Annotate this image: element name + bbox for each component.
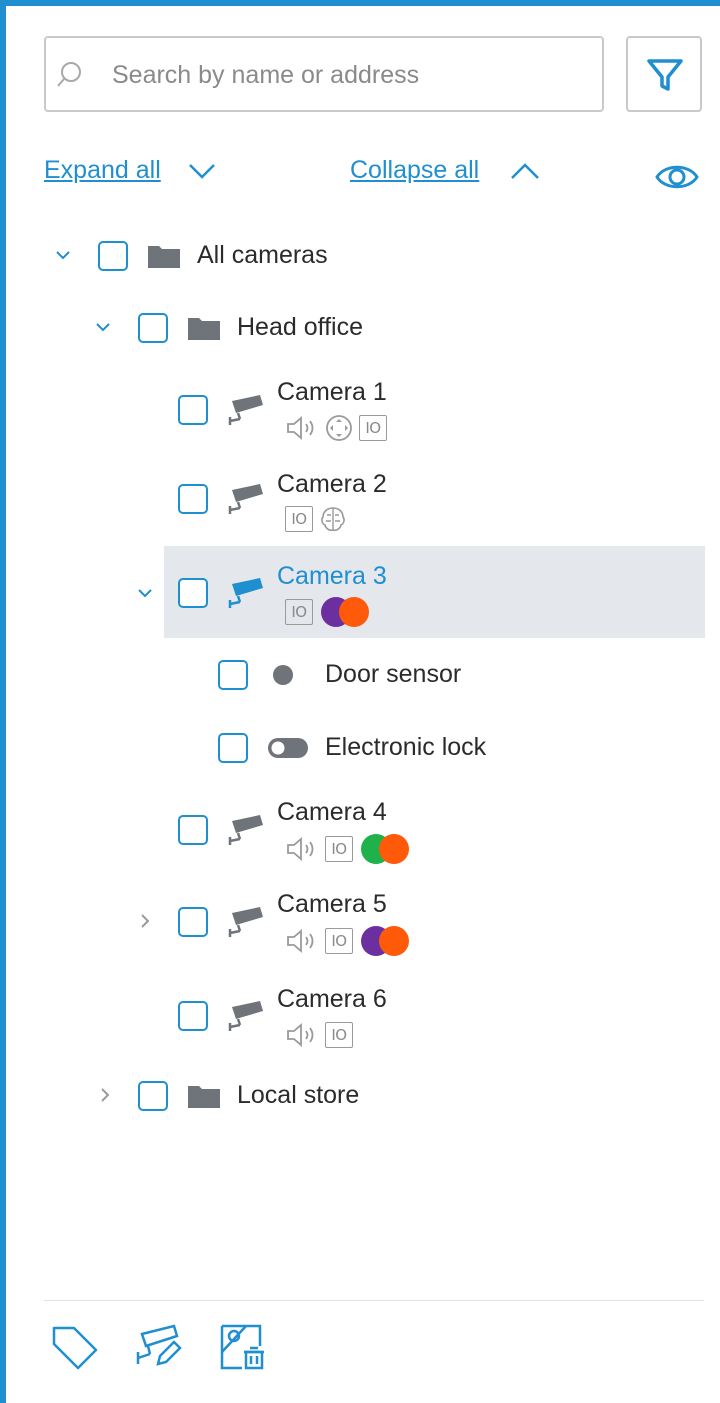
camera-badges: IO [285, 1021, 353, 1049]
checkbox-camera-3[interactable] [178, 578, 208, 608]
checkbox-local-store[interactable] [138, 1081, 168, 1111]
sensor-dot-icon [273, 665, 293, 685]
checkbox-camera-1[interactable] [178, 395, 208, 425]
folder-icon [188, 318, 220, 340]
search-input[interactable] [110, 52, 594, 98]
speaker-icon [287, 929, 314, 953]
chevron-right-icon[interactable] [136, 912, 154, 930]
io-badge: IO [325, 1022, 353, 1048]
tree-label: Electronic lock [325, 733, 487, 761]
eye-icon[interactable] [655, 160, 699, 194]
speaker-icon [287, 1023, 314, 1047]
tree-label: Camera 2 [277, 470, 387, 498]
camera-icon [228, 907, 263, 937]
chevron-up-icon[interactable] [510, 162, 540, 180]
toggle-icon [268, 738, 308, 758]
camera-icon [228, 395, 263, 425]
status-circles [319, 597, 373, 627]
tree-label: Camera 3 [277, 562, 387, 590]
search-icon [57, 62, 81, 87]
panel-frame [0, 0, 720, 1403]
checkbox-camera-2[interactable] [178, 484, 208, 514]
speaker-icon [287, 837, 314, 861]
ptz-icon [326, 415, 352, 441]
tree-label: Camera 6 [277, 985, 387, 1013]
search-box[interactable] [44, 36, 604, 112]
io-badge: IO [285, 599, 313, 625]
bottom-divider [44, 1300, 704, 1301]
io-badge: IO [285, 506, 313, 532]
camera-badges: IO [285, 597, 373, 627]
io-badge: IO [359, 415, 387, 441]
chevron-down-icon[interactable] [94, 318, 112, 336]
checkbox-electronic-lock[interactable] [218, 733, 248, 763]
status-circles [359, 926, 413, 956]
status-dot-orange [379, 834, 409, 864]
status-dot-orange [339, 597, 369, 627]
filter-icon [647, 59, 683, 91]
checkbox-door-sensor[interactable] [218, 660, 248, 690]
folder-icon [148, 246, 180, 268]
tree-label: Camera 1 [277, 378, 387, 406]
camera-badges: IO [285, 926, 413, 956]
brain-icon [321, 507, 345, 532]
checkbox-camera-4[interactable] [178, 815, 208, 845]
camera-badges: IO [285, 505, 347, 533]
io-badge: IO [325, 836, 353, 862]
map-delete-icon[interactable] [218, 1322, 268, 1372]
tree-label: All cameras [197, 241, 328, 269]
tree-label: Head office [237, 313, 364, 341]
camera-edit-icon[interactable] [134, 1322, 184, 1372]
chevron-right-icon[interactable] [96, 1086, 114, 1104]
filter-button[interactable] [626, 36, 702, 112]
tree-label: Camera 5 [277, 890, 387, 918]
folder-icon [188, 1086, 220, 1108]
expand-all-link[interactable]: Expand all [44, 156, 161, 185]
chevron-down-icon[interactable] [54, 246, 72, 264]
chevron-down-icon[interactable] [188, 162, 216, 180]
io-badge: IO [325, 928, 353, 954]
camera-icon [228, 1001, 263, 1031]
tag-icon[interactable] [50, 1322, 100, 1372]
checkbox-head-office[interactable] [138, 313, 168, 343]
camera-icon [228, 815, 263, 845]
chevron-down-icon[interactable] [136, 584, 154, 602]
camera-badges: IO [285, 834, 413, 864]
checkbox-camera-6[interactable] [178, 1001, 208, 1031]
checkbox-camera-5[interactable] [178, 907, 208, 937]
status-circles [359, 834, 413, 864]
speaker-icon [287, 416, 314, 440]
tree-label: Local store [237, 1081, 360, 1109]
status-dot-orange [379, 926, 409, 956]
tree-label: Door sensor [325, 660, 462, 688]
tree-label: Camera 4 [277, 798, 387, 826]
camera-icon [228, 484, 263, 514]
camera-badges: IO [285, 414, 387, 442]
collapse-all-link[interactable]: Collapse all [350, 156, 479, 185]
checkbox-all-cameras[interactable] [98, 241, 128, 271]
camera-icon [228, 578, 263, 608]
